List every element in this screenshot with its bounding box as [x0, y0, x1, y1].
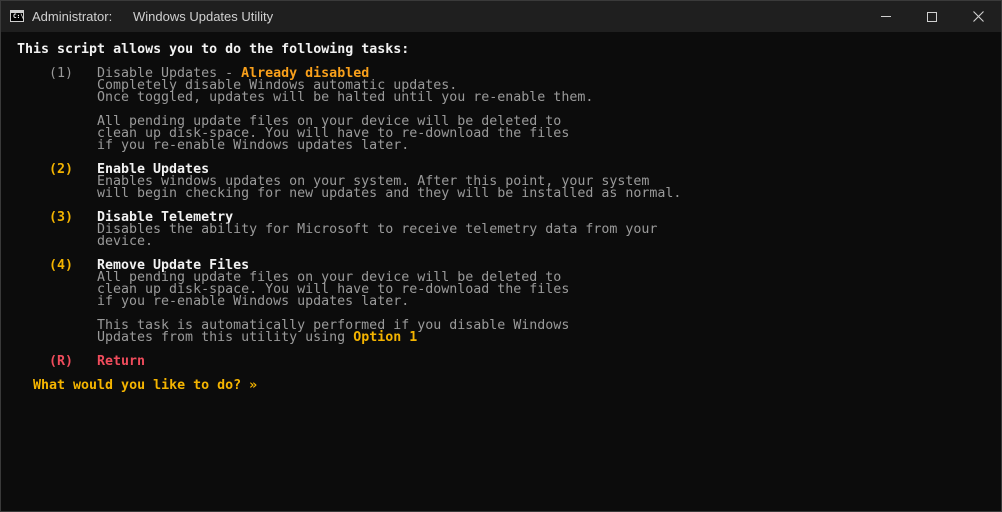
option-4-key: (4)	[49, 258, 74, 273]
close-icon	[972, 11, 984, 22]
console-window: C:\ Administrator: Windows Updates Utili…	[0, 0, 1002, 512]
maximize-icon	[927, 11, 937, 22]
return-title: Return	[97, 354, 146, 369]
input-prompt[interactable]: What would you like to do? »	[33, 379, 257, 392]
option-2-desc-line: will begin checking for new updates and …	[97, 186, 682, 201]
option-1-desc-line: if you re-enable Windows updates later.	[97, 138, 410, 153]
minimize-button[interactable]	[863, 1, 909, 32]
return-key: (R)	[49, 354, 74, 369]
window-user-label: Administrator:	[32, 9, 113, 24]
option-1-key: (1)	[49, 66, 74, 81]
intro-text: This script allows you to do the followi…	[17, 42, 410, 57]
option-1-reference: Option 1	[353, 330, 418, 345]
option-2-key: (2)	[49, 162, 74, 177]
console-output[interactable]: This script allows you to do the followi…	[1, 32, 1001, 511]
option-4-last-line: Updates from this utility using Option 1	[97, 330, 418, 345]
cmd-console-icon: C:\	[10, 10, 24, 22]
option-3-desc-line: Disables the ability for Microsoft to re…	[97, 222, 658, 237]
option-3-desc-line: device.	[97, 234, 154, 249]
cmd-icon-text: C:\	[13, 13, 24, 20]
option-4-desc-line: if you re-enable Windows updates later.	[97, 294, 410, 309]
option-1-desc-line: Once toggled, updates will be halted unt…	[97, 90, 594, 105]
close-button[interactable]	[955, 1, 1001, 32]
title-bar[interactable]: C:\ Administrator: Windows Updates Utili…	[1, 1, 1001, 32]
window-tab-title[interactable]: Windows Updates Utility	[133, 9, 273, 24]
option-3-key: (3)	[49, 210, 74, 225]
option-4-last-line-prefix: Updates from this utility using	[97, 330, 354, 345]
minimize-icon	[881, 16, 891, 17]
maximize-button[interactable]	[909, 1, 955, 32]
